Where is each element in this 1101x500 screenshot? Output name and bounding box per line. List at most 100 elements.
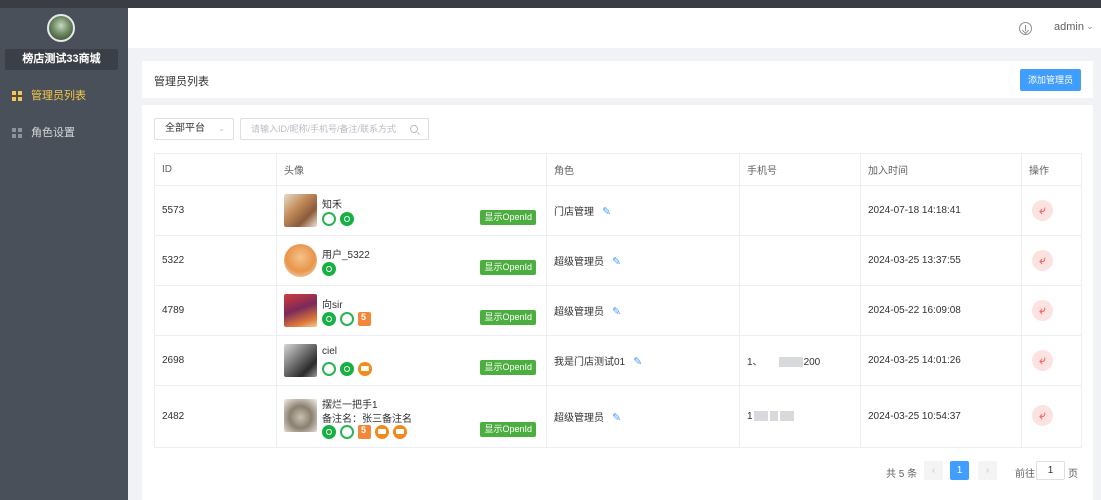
cell-actions: ⤶ [1021, 185, 1082, 236]
wechat-icon [322, 362, 336, 376]
table-row: 5573 知禾 显示OpenId 门店管理 ✎ 2024-07-18 14:18:… [154, 185, 1082, 236]
show-openid-button[interactable]: 显示OpenId [480, 310, 536, 325]
cell-id: 5322 [154, 235, 277, 286]
goto-unit: 页 [1068, 469, 1078, 480]
cell-actions: ⤶ [1021, 235, 1082, 286]
redacted-block [778, 357, 803, 368]
show-openid-button[interactable]: 显示OpenId [480, 360, 536, 375]
cell-user: 用户_5322 显示OpenId [276, 235, 547, 286]
role-name: 我是门店测试01 [554, 357, 626, 368]
platform-icons [322, 425, 407, 439]
platform-icons [322, 312, 371, 326]
table-row: 2482 摆烂一把手1 备注名：张三备注名 显示OpenId 超级管理员 ✎ [154, 385, 1082, 448]
edit-pencil-icon[interactable]: ✎ [612, 255, 621, 268]
page-title: 管理员列表 [154, 76, 209, 88]
miniprogram-icon [340, 362, 354, 376]
phone-prefix: 1、 [747, 357, 763, 368]
platform-icons [322, 262, 336, 276]
nickname: ciel [322, 346, 338, 357]
cell-user: 知禾 显示OpenId [276, 185, 547, 236]
column-header-role: 角色 [546, 153, 740, 186]
cell-joined: 2024-05-22 16:09:08 [860, 285, 1022, 336]
sidebar-item-admin-list[interactable]: 管理员列表 [0, 84, 128, 108]
cell-actions: ⤶ [1021, 285, 1082, 336]
table-row: 2698 ciel 显示OpenId 我是门店测试01 ✎ 1、 200 2024-… [154, 335, 1082, 386]
prev-page-button[interactable]: ‹ [924, 461, 943, 480]
sidebar-item-label: 管理员列表 [31, 90, 86, 102]
html5-icon [358, 312, 371, 326]
table-row: 4789 向sir 显示OpenId 超级管理员 ✎ 2024-05-22 16:… [154, 285, 1082, 336]
cell-phone [739, 235, 861, 286]
wechat-icon [340, 312, 354, 326]
column-header-id[interactable]: ID [154, 153, 277, 186]
phone-suffix: 200 [803, 357, 821, 368]
store-name[interactable]: 榜店测试33商城 [5, 49, 118, 70]
download-icon[interactable] [1019, 22, 1032, 35]
sidebar: 榜店测试33商城 管理员列表 角色设置 [0, 8, 128, 500]
reset-action-button[interactable]: ⤶ [1032, 405, 1053, 426]
reset-action-button[interactable]: ⤶ [1032, 350, 1053, 371]
grid-icon [12, 128, 22, 138]
goto-page-input[interactable]: 1 [1036, 461, 1065, 480]
show-openid-button[interactable]: 显示OpenId [480, 422, 536, 437]
cell-phone [739, 285, 861, 336]
pc-icon [375, 425, 389, 439]
cell-id: 2482 [154, 385, 277, 448]
chevron-down-icon: ⌄ [218, 124, 225, 133]
chevron-down-icon[interactable]: ⌄ [1086, 21, 1094, 32]
phone-prefix: 1 [747, 411, 753, 422]
sidebar-item-role-settings[interactable]: 角色设置 [0, 121, 128, 145]
platform-select-value: 全部平台 [165, 123, 205, 134]
reset-action-button[interactable]: ⤶ [1032, 300, 1053, 321]
search-icon[interactable] [410, 125, 418, 133]
pagination: 共 5 条 ‹ 1 › 前往 1 页 [142, 461, 1093, 481]
grid-icon [12, 91, 22, 101]
platform-icons [322, 362, 372, 376]
edit-pencil-icon[interactable]: ✎ [612, 305, 621, 318]
cell-joined: 2024-03-25 13:37:55 [860, 235, 1022, 286]
role-name: 门店管理 [554, 207, 594, 218]
avatar [284, 244, 317, 277]
role-name: 超级管理员 [554, 307, 604, 318]
miniprogram-icon [322, 262, 336, 276]
show-openid-button[interactable]: 显示OpenId [480, 210, 536, 225]
cell-user: 摆烂一把手1 备注名：张三备注名 显示OpenId [276, 385, 547, 448]
avatar [284, 344, 317, 377]
add-admin-button[interactable]: 添加管理员 [1020, 69, 1081, 91]
platform-select[interactable]: 全部平台 ⌄ [154, 118, 234, 140]
remark-text: 备注名：张三备注名 [322, 414, 412, 425]
search-input[interactable] [251, 119, 411, 139]
cell-joined: 2024-07-18 14:18:41 [860, 185, 1022, 236]
cell-id: 2698 [154, 335, 277, 386]
cell-role: 我是门店测试01 ✎ [546, 335, 740, 386]
avatar [284, 194, 317, 227]
cell-role: 超级管理员 ✎ [546, 385, 740, 448]
edit-pencil-icon[interactable]: ✎ [633, 355, 642, 368]
miniprogram-icon [322, 312, 336, 326]
cell-id: 4789 [154, 285, 277, 336]
user-menu[interactable]: admin [1054, 21, 1084, 33]
next-page-button[interactable]: › [978, 461, 997, 480]
edit-pencil-icon[interactable]: ✎ [612, 411, 621, 424]
table-header-row: ID 头像 角色 手机号 加入时间 操作 [154, 153, 1082, 186]
sidebar-item-label: 角色设置 [31, 127, 75, 139]
cell-joined: 2024-03-25 10:54:37 [860, 385, 1022, 448]
edit-pencil-icon[interactable]: ✎ [602, 205, 611, 218]
cell-joined: 2024-03-25 14:01:26 [860, 335, 1022, 386]
role-name: 超级管理员 [554, 413, 604, 424]
search-box[interactable] [240, 118, 429, 140]
table-row: 5322 用户_5322 显示OpenId 超级管理员 ✎ 2024-03-25 … [154, 235, 1082, 286]
reset-action-button[interactable]: ⤶ [1032, 200, 1053, 221]
cell-user: 向sir 显示OpenId [276, 285, 547, 336]
nickname: 用户_5322 [322, 250, 370, 261]
show-openid-button[interactable]: 显示OpenId [480, 260, 536, 275]
top-strip [0, 0, 1101, 8]
wechat-icon [322, 212, 336, 226]
cell-actions: ⤶ [1021, 385, 1082, 448]
cell-actions: ⤶ [1021, 335, 1082, 386]
column-header-joined: 加入时间 [860, 153, 1022, 186]
cell-phone: 1 [739, 385, 861, 448]
column-header-phone: 手机号 [739, 153, 861, 186]
reset-action-button[interactable]: ⤶ [1032, 250, 1053, 271]
page-number-current[interactable]: 1 [950, 461, 969, 480]
